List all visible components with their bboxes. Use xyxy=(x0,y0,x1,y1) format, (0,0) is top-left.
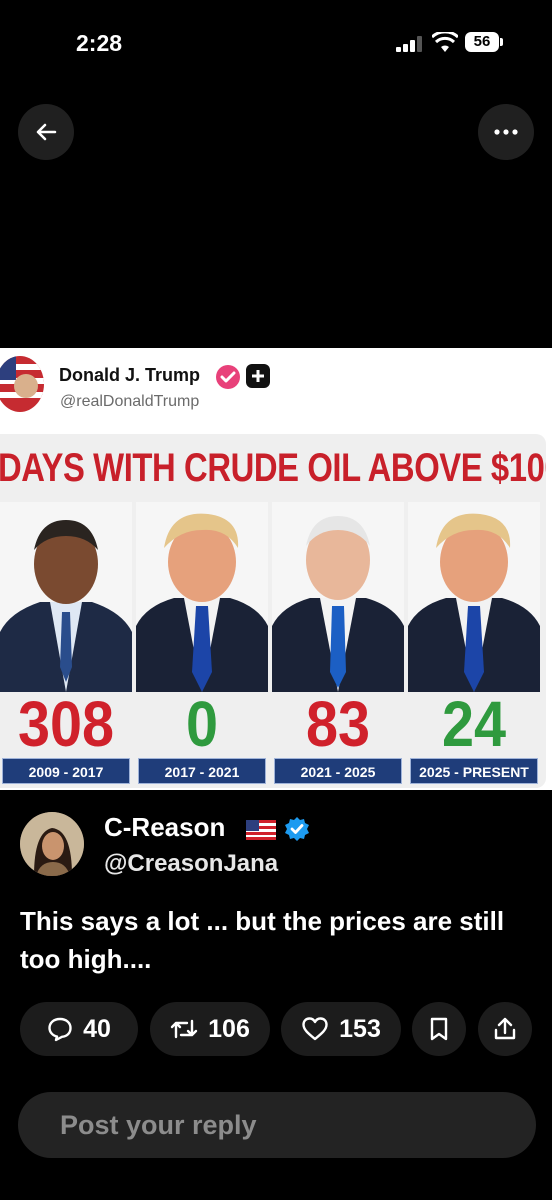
day-count-4: 24 xyxy=(441,688,507,760)
reply-input[interactable]: Post your reply xyxy=(18,1092,536,1158)
portrait-2 xyxy=(136,502,268,692)
portrait-3 xyxy=(272,502,404,692)
embedded-avatar xyxy=(0,356,44,412)
reply-button[interactable]: 40 xyxy=(20,1002,138,1056)
share-button[interactable] xyxy=(478,1002,532,1056)
embedded-author-handle: @realDonaldTrump xyxy=(60,393,200,410)
repost-count: 106 xyxy=(208,1014,250,1043)
battery-icon: 56 xyxy=(465,32,499,52)
post-text: This says a lot ... but the prices are s… xyxy=(20,906,505,974)
term-years-3: 2021 - 2025 xyxy=(274,758,402,784)
wifi-icon xyxy=(432,32,458,52)
infographic-headline: DAYS WITH CRUDE OIL ABOVE $100 xyxy=(0,446,546,490)
president-column-4: 24 2025 - PRESENT xyxy=(408,502,540,788)
reply-placeholder: Post your reply xyxy=(60,1110,257,1140)
reply-icon xyxy=(48,1017,72,1042)
verified-badge-icon xyxy=(285,817,309,841)
like-button[interactable]: 153 xyxy=(281,1002,401,1056)
status-bar: 2:28 56 xyxy=(0,0,552,90)
president-column-1: 308 2009 - 2017 xyxy=(0,502,132,788)
author-name[interactable]: C-Reason xyxy=(104,812,225,843)
reply-count: 40 xyxy=(83,1014,111,1043)
back-arrow-icon xyxy=(36,123,57,141)
term-years-2: 2017 - 2021 xyxy=(138,758,266,784)
portrait-1 xyxy=(0,502,132,692)
share-icon xyxy=(494,1017,516,1040)
us-flag-icon xyxy=(246,820,276,840)
plus-badge-icon xyxy=(246,364,270,388)
embedded-author-name: Donald J. Trump xyxy=(59,365,201,385)
cellular-signal-icon xyxy=(396,36,422,52)
day-count-1: 308 xyxy=(17,688,115,760)
battery-tip xyxy=(500,38,503,46)
repost-button[interactable]: 106 xyxy=(150,1002,270,1056)
back-button[interactable] xyxy=(18,104,74,160)
avatar[interactable] xyxy=(20,812,84,876)
term-years-1: 2009 - 2017 xyxy=(2,758,130,784)
president-column-3: 83 2021 - 2025 xyxy=(272,502,404,788)
term-years-4: 2025 - PRESENT xyxy=(410,758,538,784)
oil-infographic: DAYS WITH CRUDE OIL ABOVE $100 308 2009 … xyxy=(0,434,546,788)
day-count-3: 83 xyxy=(305,688,371,760)
verified-badge-icon xyxy=(216,365,240,389)
president-column-2: 0 2017 - 2021 xyxy=(136,502,268,788)
status-time: 2:28 xyxy=(76,30,123,56)
bookmark-icon xyxy=(430,1017,448,1041)
more-icon xyxy=(494,129,518,135)
like-count: 153 xyxy=(339,1014,381,1043)
portrait-4 xyxy=(408,502,540,692)
bookmark-button[interactable] xyxy=(412,1002,466,1056)
day-count-2: 0 xyxy=(185,688,219,760)
author-handle[interactable]: @CreasonJana xyxy=(104,850,278,878)
repost-icon xyxy=(170,1019,198,1039)
embedded-post-header: Donald J. Trump @realDonaldTrump xyxy=(0,348,552,430)
post-image[interactable]: Donald J. Trump @realDonaldTrump DAYS WI… xyxy=(0,348,552,790)
more-button[interactable] xyxy=(478,104,534,160)
like-icon xyxy=(302,1017,328,1041)
